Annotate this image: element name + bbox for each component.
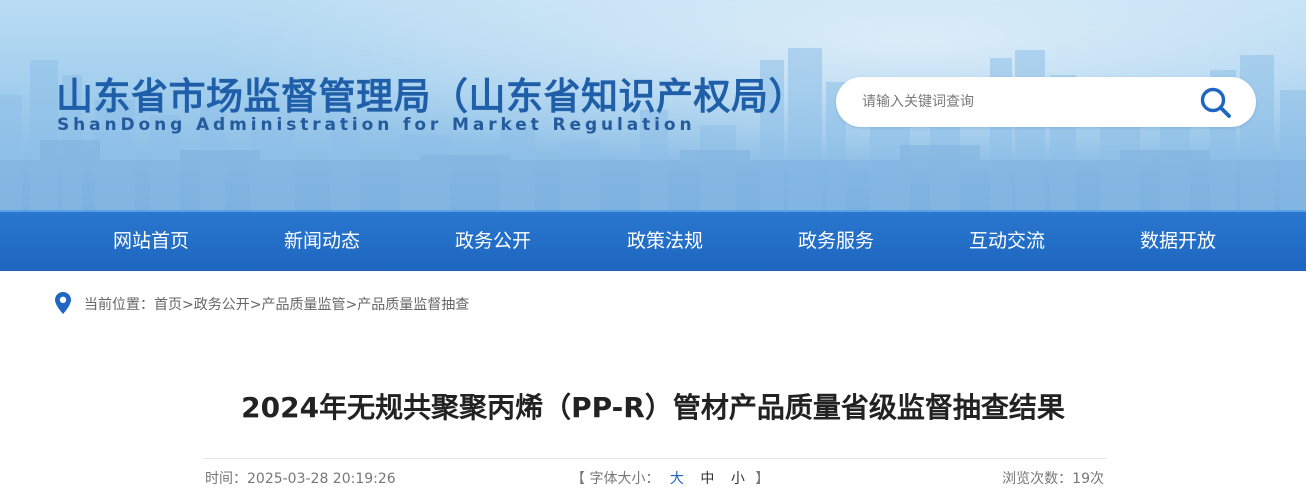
search-input[interactable] xyxy=(862,89,1182,115)
breadcrumb-separator: > xyxy=(345,297,358,313)
search-button[interactable] xyxy=(1198,85,1234,121)
breadcrumb-item-home[interactable]: 首页 xyxy=(154,297,182,313)
font-size-control: 【 字体大小： 大 中 小 】 xyxy=(571,468,769,488)
nav-item-policy[interactable]: 政策法规 xyxy=(585,212,745,271)
site-subtitle: ShanDong Administration for Market Regul… xyxy=(57,115,696,135)
article-title: 2024年无规共聚聚丙烯（PP-R）管材产品质量省级监督抽查结果 xyxy=(241,391,1065,424)
breadcrumb-item-quality-inspection[interactable]: 产品质量监督抽查 xyxy=(357,297,469,313)
publish-time: 时间：2025-03-28 20:19:26 xyxy=(205,471,396,487)
font-size-label: 【 字体大小： xyxy=(571,471,660,487)
header-banner: 山东省市场监督管理局（山东省知识产权局） ShanDong Administra… xyxy=(0,0,1306,210)
nav-item-gov-info[interactable]: 政务公开 xyxy=(413,212,573,271)
meta-divider xyxy=(203,458,1106,459)
location-pin-icon xyxy=(55,292,71,314)
font-size-bracket-close: 】 xyxy=(755,471,770,487)
nav-item-services[interactable]: 政务服务 xyxy=(756,212,916,271)
site-title: 山东省市场监督管理局（山东省知识产权局） xyxy=(56,75,806,118)
breadcrumb-prefix: 当前位置： xyxy=(84,297,154,313)
search-icon xyxy=(1200,87,1231,118)
nav-item-news[interactable]: 新闻动态 xyxy=(242,212,402,271)
font-size-medium-button[interactable]: 中 xyxy=(700,471,714,487)
breadcrumb-separator: > xyxy=(249,297,262,313)
breadcrumb-item-quality-regulation[interactable]: 产品质量监管 xyxy=(261,297,345,313)
nav-item-open-data[interactable]: 数据开放 xyxy=(1098,212,1258,271)
article-meta: 时间：2025-03-28 20:19:26 【 字体大小： 大 中 小 】 浏… xyxy=(203,458,1106,491)
breadcrumb-trail: 当前位置：首页>政务公开>产品质量监管>产品质量监督抽查 xyxy=(84,294,469,314)
font-size-small-button[interactable]: 小 xyxy=(731,471,745,487)
font-size-large-button[interactable]: 大 xyxy=(670,471,684,487)
view-count: 浏览次数：19次 xyxy=(1002,471,1104,487)
nav-item-interaction[interactable]: 互动交流 xyxy=(927,212,1087,271)
main-nav: 网站首页 新闻动态 政务公开 政策法规 政务服务 互动交流 数据开放 xyxy=(0,210,1306,271)
search-box xyxy=(836,77,1256,127)
breadcrumb-separator: > xyxy=(182,297,194,313)
breadcrumb-item-gov-info[interactable]: 政务公开 xyxy=(194,297,250,313)
nav-item-home[interactable]: 网站首页 xyxy=(71,212,231,271)
